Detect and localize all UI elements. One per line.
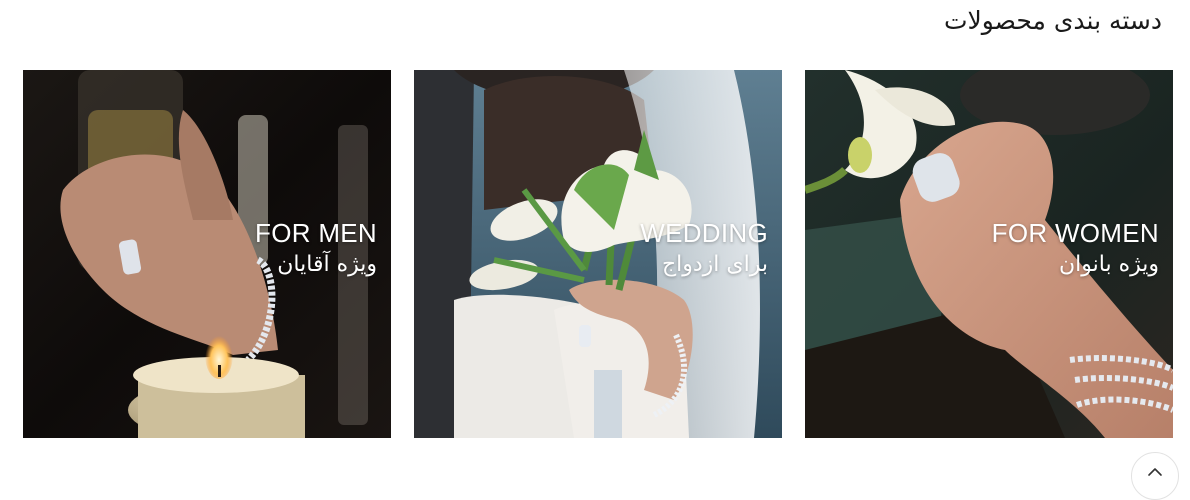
section-title: دسته بندی محصولات [943, 6, 1162, 35]
category-title-en: WEDDING [640, 218, 768, 248]
category-title-fa: ویژه آقایان [277, 252, 377, 277]
category-title-en: FOR WOMEN [991, 218, 1159, 248]
category-cards: FOR MEN ویژه آقایان WEDDING برای ازدواج … [23, 70, 1173, 438]
category-title-fa: برای ازدواج [661, 252, 768, 277]
category-card-women[interactable]: FOR WOMEN ویژه بانوان [805, 70, 1173, 438]
category-title-en: FOR MEN [255, 218, 377, 248]
category-card-wedding[interactable]: WEDDING برای ازدواج [414, 70, 782, 438]
category-title-fa: ویژه بانوان [1059, 252, 1159, 277]
category-overlay: WEDDING برای ازدواج [640, 218, 768, 282]
scroll-to-top-button[interactable] [1131, 452, 1179, 500]
category-card-men[interactable]: FOR MEN ویژه آقایان [23, 70, 391, 438]
chevron-up-icon [1148, 468, 1162, 476]
category-overlay: FOR MEN ویژه آقایان [255, 218, 377, 282]
category-overlay: FOR WOMEN ویژه بانوان [992, 218, 1159, 282]
